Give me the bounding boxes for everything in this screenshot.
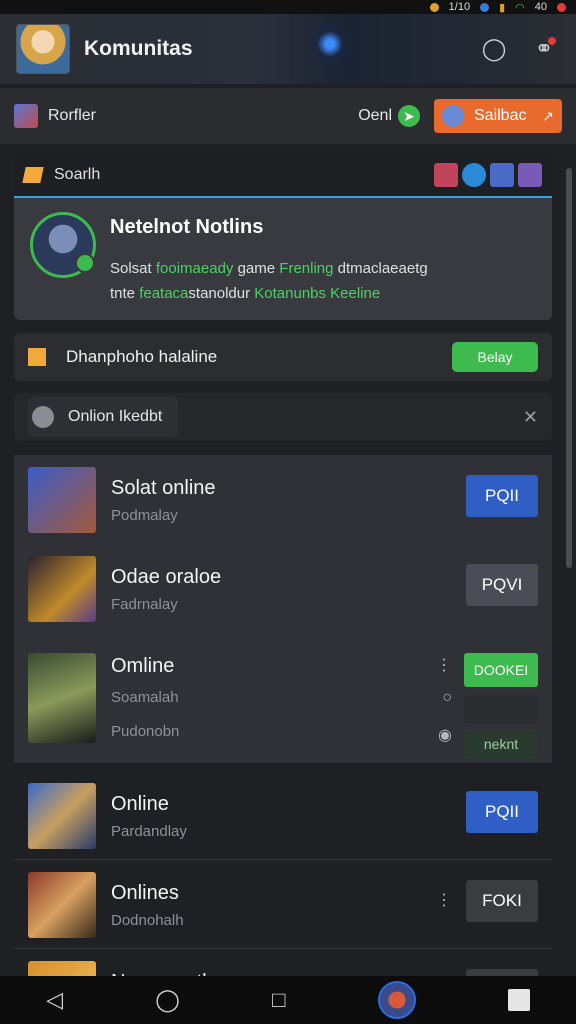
player-status: Podmalay: [111, 507, 178, 524]
notif-text: game: [233, 260, 280, 277]
notif-text: dtmaclaeaetg: [333, 260, 428, 277]
search-label: Soarlh: [54, 166, 101, 183]
notification-bell-icon[interactable]: ⚭: [528, 33, 560, 65]
player-thumbnail: [28, 653, 96, 743]
player-thumbnail: [28, 467, 96, 533]
status-row-label: Dhanphoho halaline: [66, 347, 218, 366]
filter-icon-1[interactable]: [434, 163, 458, 187]
app-icon: [480, 2, 490, 12]
battery-level: 40: [534, 1, 547, 13]
list-item[interactable]: Online Pardandlay PQII: [14, 771, 552, 860]
settings-avatar-icon: [442, 105, 464, 127]
play-button[interactable]: Belay: [452, 342, 538, 372]
filter-icon-2[interactable]: [462, 163, 486, 187]
online-toggle-button[interactable]: ➤: [398, 105, 420, 127]
player-name: Onlines: [111, 882, 179, 904]
sub-toolbar: Rorfler Oenl ➤ Sailbac ↗: [0, 88, 576, 144]
player-name: Odae oraloe: [111, 566, 222, 588]
player-name: Solat online: [111, 477, 216, 499]
notif-text: stanoldur: [188, 285, 255, 302]
subbar-label: Rorfler: [48, 107, 97, 124]
signal-icon: ▮: [499, 1, 506, 14]
person-icon: [32, 406, 54, 428]
notif-link[interactable]: feataca: [139, 285, 188, 302]
section-title: Onlion Ikedbt: [68, 408, 163, 425]
notif-link[interactable]: fooimaeady: [156, 260, 234, 277]
notif-text: tnte: [110, 285, 140, 302]
recents-icon[interactable]: □: [272, 987, 285, 1013]
join-button[interactable]: FOKI: [466, 880, 538, 922]
home-icon[interactable]: ◯: [155, 987, 180, 1013]
list-item[interactable]: Omline Soamalah Pudonobn ⋮ ○ ◉ DOOKEI ne…: [14, 633, 552, 763]
player-name: Online: [111, 793, 169, 815]
collapse-icon[interactable]: ✕: [523, 407, 538, 428]
system-navbar: ◁ ◯ □: [0, 976, 576, 1024]
game-app-icon[interactable]: [377, 981, 416, 1019]
player-status-2: Pudonobn: [111, 723, 180, 740]
battery-icon: [557, 2, 566, 12]
status-row: Dhanphoho halaline Belay: [14, 333, 552, 381]
app-header: Komunitas ◯ ⚭: [0, 14, 576, 84]
notification-avatar: [30, 212, 96, 278]
filter-icon-3[interactable]: [490, 163, 514, 187]
notification-badge: [548, 37, 556, 45]
more-icon[interactable]: ⋮: [436, 890, 452, 910]
notif-text: Solsat: [110, 260, 156, 277]
notification-icon: [429, 2, 439, 12]
notification-body: Solsat fooimaeady game Frenling dtmaclae…: [110, 256, 540, 306]
list-item[interactable]: Onlines Dodnohalh ⋮ FOKI: [14, 860, 552, 949]
reject-button[interactable]: neknt: [464, 729, 538, 759]
circle-icon: ○: [442, 689, 452, 706]
player-name: Omline: [111, 655, 175, 677]
player-list: Solat online Podmalay PQII Odae oraloe F…: [14, 455, 552, 1009]
accept-button[interactable]: DOOKEI: [464, 653, 538, 687]
game-icon: [14, 104, 38, 128]
player-status: Fadrnalay: [111, 596, 178, 613]
section-tab[interactable]: Onlion Ikedbt: [28, 397, 179, 437]
list-item[interactable]: Odae oraloe Fadrnalay PQVI: [14, 544, 552, 633]
list-item[interactable]: Solat online Podmalay PQII: [14, 455, 552, 544]
join-button[interactable]: PQII: [466, 791, 538, 833]
player-status: Soamalah: [111, 689, 179, 706]
status-bar: 1/10 ▮ ◠ 40: [0, 0, 576, 14]
player-status: Dodnohalh: [111, 912, 184, 929]
settings-button[interactable]: Sailbac ↗: [434, 99, 562, 133]
join-button[interactable]: PQVI: [466, 564, 538, 606]
avatar[interactable]: [16, 24, 70, 74]
filter-icon-4[interactable]: [518, 163, 542, 187]
online-label: Oenl: [358, 107, 392, 124]
notification-title: Netelnot Notlins: [110, 216, 264, 238]
back-icon[interactable]: ◁: [46, 987, 63, 1013]
scrollbar[interactable]: [566, 168, 572, 568]
search-icon: [22, 167, 44, 183]
status-time: 1/10: [448, 1, 471, 13]
page-title: Komunitas: [84, 37, 193, 60]
arrow-icon: ↗: [542, 107, 554, 124]
player-thumbnail: [28, 872, 96, 938]
notification-card[interactable]: Netelnot Notlins Solsat fooimaeady game …: [14, 198, 552, 320]
online-status-icon: [75, 253, 95, 273]
search-bar[interactable]: Soarlh: [14, 154, 552, 198]
join-button[interactable]: PQII: [466, 475, 538, 517]
notif-link[interactable]: Kotanunbs Keeline: [254, 285, 380, 302]
profile-icon[interactable]: ◯: [478, 33, 510, 65]
player-thumbnail: [28, 783, 96, 849]
player-thumbnail: [28, 556, 96, 622]
player-status: Pardandlay: [111, 823, 187, 840]
online-section-header: Onlion Ikedbt ✕: [14, 393, 552, 441]
apps-icon[interactable]: [507, 989, 530, 1011]
pin-icon: ◉: [438, 727, 452, 744]
notif-link[interactable]: Frenling: [279, 260, 333, 277]
placeholder-button: [464, 695, 538, 723]
settings-label: Sailbac: [474, 107, 527, 124]
more-icon[interactable]: ⋮: [436, 655, 452, 675]
background-art: [300, 14, 360, 74]
flag-icon: [28, 348, 46, 366]
wifi-icon: ◠: [515, 1, 525, 14]
